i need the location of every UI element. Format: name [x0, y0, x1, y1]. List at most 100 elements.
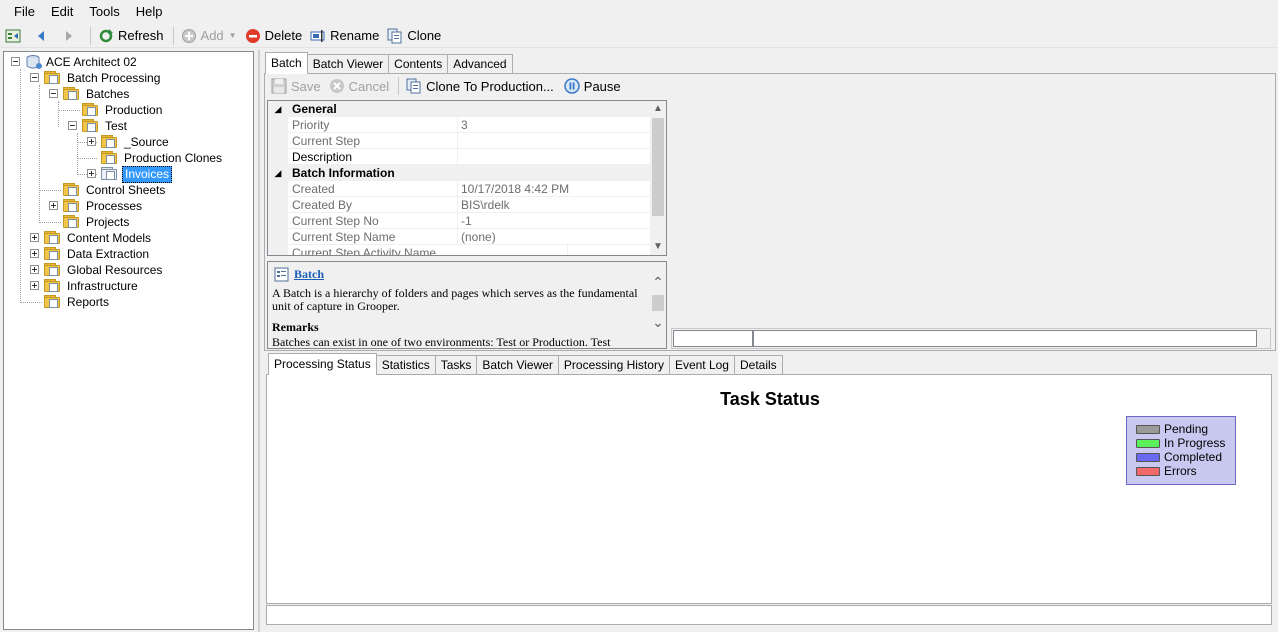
tree-node-root[interactable]: ACE Architect 02	[25, 54, 139, 70]
property-row-current-step-activity[interactable]: Current Step Activity Name	[268, 245, 650, 255]
tree-node-invoices[interactable]: Invoices	[101, 165, 173, 183]
tab-batch-viewer[interactable]: Batch Viewer	[306, 54, 390, 74]
tab-details[interactable]: Details	[733, 355, 783, 375]
tree-node-batch-processing[interactable]: Batch Processing	[44, 70, 162, 86]
tree-node-data-extraction[interactable]: Data Extraction	[44, 246, 151, 262]
clone-to-production-button[interactable]: Clone To Production...	[403, 75, 557, 97]
menu-help[interactable]: Help	[128, 1, 171, 23]
property-row-current-step[interactable]: Current Step	[268, 133, 650, 149]
collapse-toggle[interactable]	[11, 57, 20, 66]
tree-node-projects[interactable]: Projects	[63, 214, 131, 230]
tree-view-icon	[5, 28, 21, 44]
menu-file[interactable]: File	[6, 1, 43, 23]
tab-advanced[interactable]: Advanced	[447, 54, 513, 74]
node-tree[interactable]: ACE Architect 02 Batch Processing Batche…	[3, 51, 254, 630]
property-grid-scrollbar[interactable]: ▲ ▼	[650, 101, 666, 255]
tree-node-production-clones[interactable]: Production Clones	[101, 150, 224, 166]
collapse-toggle[interactable]	[68, 121, 77, 130]
tree-node-reports[interactable]: Reports	[44, 294, 111, 310]
property-row-description[interactable]: Description	[268, 149, 650, 165]
delete-icon	[245, 28, 261, 44]
menu-tools[interactable]: Tools	[81, 1, 127, 23]
pause-button[interactable]: Pause	[561, 75, 624, 97]
delete-button[interactable]: Delete	[242, 25, 306, 47]
expand-toggle[interactable]	[30, 233, 39, 242]
add-icon	[181, 28, 197, 44]
tab-batch-viewer-bottom[interactable]: Batch Viewer	[476, 355, 559, 375]
expand-toggle[interactable]	[30, 249, 39, 258]
pause-label: Pause	[583, 78, 621, 94]
scroll-up-icon[interactable]: ⌃	[650, 276, 666, 292]
collapse-toggle[interactable]	[49, 89, 58, 98]
scrollbar-thumb[interactable]	[652, 118, 664, 216]
tree-node-production[interactable]: Production	[82, 102, 164, 118]
clone-icon	[406, 78, 422, 94]
add-button[interactable]: Add ▼	[178, 25, 240, 47]
scrollbar-thumb[interactable]	[652, 295, 664, 311]
clone-to-production-label: Clone To Production...	[426, 78, 554, 94]
scroll-down-icon[interactable]: ▼	[650, 239, 666, 255]
category-general[interactable]: ◢ General	[268, 101, 650, 117]
bottom-tabstrip: Processing Status Statistics Tasks Batch…	[268, 353, 783, 375]
folder-icon	[44, 295, 62, 309]
navigate-home-button[interactable]	[2, 25, 28, 47]
category-batch-information[interactable]: ◢ Batch Information	[268, 165, 650, 181]
tree-guide-line	[20, 69, 21, 303]
tab-tasks[interactable]: Tasks	[434, 355, 478, 375]
back-button[interactable]	[30, 25, 56, 47]
clone-label: Clone	[407, 28, 442, 43]
property-row-created-by[interactable]: Created By BIS\rdelk	[268, 197, 650, 213]
tree-node-control-sheets[interactable]: Control Sheets	[63, 182, 167, 198]
folder-icon	[63, 183, 81, 197]
tree-node-source[interactable]: _Source	[101, 134, 171, 150]
folder-icon	[82, 119, 100, 133]
property-row-priority[interactable]: Priority 3	[268, 117, 650, 133]
clone-button[interactable]: Clone	[384, 25, 444, 47]
tree-node-test[interactable]: Test	[82, 118, 129, 134]
save-button[interactable]: Save	[268, 75, 324, 97]
batch-folder-icon	[101, 135, 119, 149]
collapse-triangle-icon[interactable]: ◢	[268, 165, 288, 181]
tab-contents[interactable]: Contents	[388, 54, 449, 74]
property-row-current-step-name[interactable]: Current Step Name (none)	[268, 229, 650, 245]
expand-toggle[interactable]	[87, 169, 96, 178]
forward-button[interactable]	[58, 25, 84, 47]
folder-icon	[101, 151, 119, 165]
tab-processing-status[interactable]: Processing Status	[268, 353, 377, 375]
collapse-triangle-icon[interactable]: ◢	[268, 101, 288, 117]
tree-guide-line	[58, 110, 80, 111]
property-row-created[interactable]: Created 10/17/2018 4:42 PM	[268, 181, 650, 197]
property-grid[interactable]: ◢ General Priority 3 Current Step Descri…	[267, 100, 667, 256]
tree-guide-line	[20, 302, 42, 303]
collapse-toggle[interactable]	[30, 73, 39, 82]
cancel-button[interactable]: Cancel	[326, 75, 392, 97]
expand-toggle[interactable]	[49, 201, 58, 210]
rename-button[interactable]: Rename	[307, 25, 382, 47]
legend-label: In Progress	[1164, 436, 1226, 450]
help-description: A Batch is a hierarchy of folders and pa…	[272, 286, 638, 313]
tree-node-batches[interactable]: Batches	[63, 86, 131, 102]
tab-batch[interactable]: Batch	[265, 52, 308, 74]
save-icon	[271, 78, 287, 94]
tree-node-infrastructure[interactable]: Infrastructure	[44, 278, 140, 294]
rename-icon	[310, 28, 326, 44]
tab-processing-history[interactable]: Processing History	[557, 355, 670, 375]
tab-event-log[interactable]: Event Log	[668, 355, 735, 375]
expand-toggle[interactable]	[87, 137, 96, 146]
tree-node-content-models[interactable]: Content Models	[44, 230, 153, 246]
legend-item-errors: Errors	[1136, 464, 1197, 478]
property-row-current-step-no[interactable]: Current Step No -1	[268, 213, 650, 229]
tab-statistics[interactable]: Statistics	[375, 355, 436, 375]
expand-toggle[interactable]	[30, 281, 39, 290]
clone-icon	[387, 28, 403, 44]
expand-toggle[interactable]	[30, 265, 39, 274]
tree-node-processes[interactable]: Processes	[63, 198, 144, 214]
help-title-link[interactable]: Batch	[294, 267, 324, 282]
scroll-down-icon[interactable]: ⌄	[650, 316, 666, 332]
help-scrollbar[interactable]: ⌃ ⌄	[650, 262, 666, 348]
refresh-button[interactable]: Refresh	[95, 25, 167, 47]
menu-edit[interactable]: Edit	[43, 1, 81, 23]
status-field-2	[753, 330, 1257, 347]
scroll-up-icon[interactable]: ▲	[650, 101, 666, 117]
tree-node-global-resources[interactable]: Global Resources	[44, 262, 164, 278]
